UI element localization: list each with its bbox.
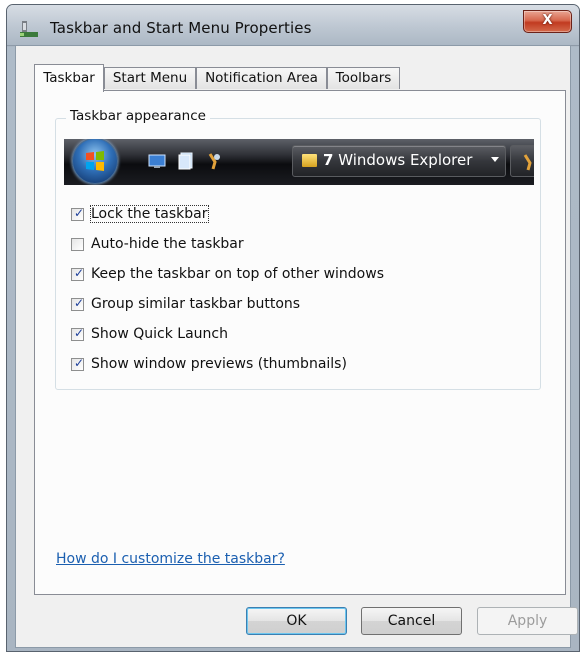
internet-explorer-icon (523, 154, 532, 171)
taskbar-button-label: Windows Explorer (338, 151, 473, 169)
taskbar-appearance-group: Taskbar appearance 7 Windows Explorer ✓ … (55, 108, 541, 390)
taskbar-app-icon (20, 21, 38, 37)
help-link[interactable]: How do I customize the taskbar? (56, 551, 285, 567)
checkmark-icon: ✓ (74, 326, 85, 340)
internet-explorer-icon (208, 153, 220, 170)
taskbar-button-partial[interactable] (510, 145, 534, 177)
option-label: Auto-hide the taskbar (91, 236, 244, 252)
tab-start-menu[interactable]: Start Menu (104, 67, 196, 89)
window-count: 7 (323, 151, 334, 169)
start-orb-icon (72, 139, 118, 184)
checkmark-icon: ✓ (74, 356, 85, 370)
window-title: Taskbar and Start Menu Properties (50, 19, 312, 37)
ok-button[interactable]: OK (246, 607, 347, 635)
show-desktop-icon (148, 154, 166, 168)
group-title: Taskbar appearance (66, 108, 210, 124)
tab-taskbar[interactable]: Taskbar (34, 64, 104, 92)
checkmark-icon: ✓ (74, 206, 85, 220)
dialog-client-area: Taskbar Start Menu Notification Area Too… (15, 45, 578, 648)
option-label: Show window previews (thumbnails) (91, 356, 347, 372)
apply-button[interactable]: Apply (477, 607, 578, 635)
window-previews-checkbox[interactable]: ✓ (71, 356, 85, 371)
option-label: Keep the taskbar on top of other windows (91, 266, 384, 282)
tab-notification-area[interactable]: Notification Area (196, 67, 327, 89)
taskbar-group-button[interactable]: 7 Windows Explorer (292, 145, 506, 177)
tab-panel-taskbar: Taskbar appearance 7 Windows Explorer ✓ … (34, 90, 566, 595)
option-label: Show Quick Launch (91, 326, 228, 342)
title-bar[interactable]: Taskbar and Start Menu Properties X (7, 5, 579, 47)
keep-on-top-checkbox[interactable]: ✓ (71, 266, 85, 281)
quick-launch-checkbox[interactable]: ✓ (71, 326, 85, 341)
chevron-down-icon (491, 157, 499, 162)
option-label: Group similar taskbar buttons (91, 296, 301, 312)
lock-taskbar-checkbox[interactable]: ✓ (71, 206, 85, 221)
auto-hide-checkbox[interactable] (71, 238, 84, 251)
cancel-button[interactable]: Cancel (361, 607, 462, 635)
folder-icon (302, 154, 317, 167)
switch-windows-icon (178, 152, 193, 170)
close-button[interactable]: X (523, 10, 572, 33)
taskbar-preview: 7 Windows Explorer (64, 139, 534, 185)
dialog-window: Taskbar and Start Menu Properties X Task… (6, 4, 580, 652)
checkmark-icon: ✓ (74, 296, 85, 310)
option-label: Lock the taskbar (90, 205, 209, 223)
group-buttons-checkbox[interactable]: ✓ (71, 296, 85, 311)
checkmark-icon: ✓ (74, 266, 85, 280)
tab-toolbars[interactable]: Toolbars (327, 67, 400, 89)
